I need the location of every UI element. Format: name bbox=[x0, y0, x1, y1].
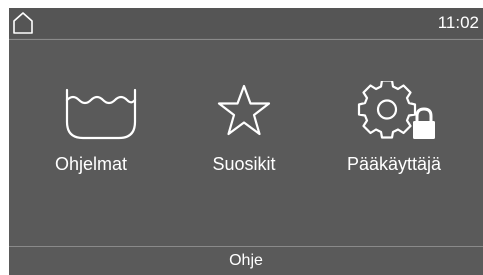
gear-lock-icon bbox=[357, 81, 435, 139]
status-bar: 11:02 bbox=[9, 8, 483, 38]
tile-label: Suosikit bbox=[212, 154, 276, 174]
wash-basin-icon bbox=[65, 88, 137, 140]
tile-suosikit[interactable]: Suosikit bbox=[179, 78, 309, 198]
help-button[interactable]: Ohje bbox=[9, 247, 483, 275]
tile-label: Pääkäyttäjä bbox=[346, 154, 442, 174]
display-screen: 11:02 Ohjelmat Suosikit Pääkäyttäjä Ohje bbox=[9, 8, 483, 275]
star-icon bbox=[217, 84, 271, 136]
home-button[interactable] bbox=[12, 11, 34, 35]
divider bbox=[9, 39, 483, 40]
home-icon bbox=[13, 12, 33, 34]
tile-ohjelmat[interactable]: Ohjelmat bbox=[26, 78, 156, 198]
tile-paakayttaja[interactable]: Pääkäyttäjä bbox=[329, 78, 459, 198]
clock: 11:02 bbox=[437, 13, 479, 32]
tile-label: Ohjelmat bbox=[54, 154, 128, 174]
